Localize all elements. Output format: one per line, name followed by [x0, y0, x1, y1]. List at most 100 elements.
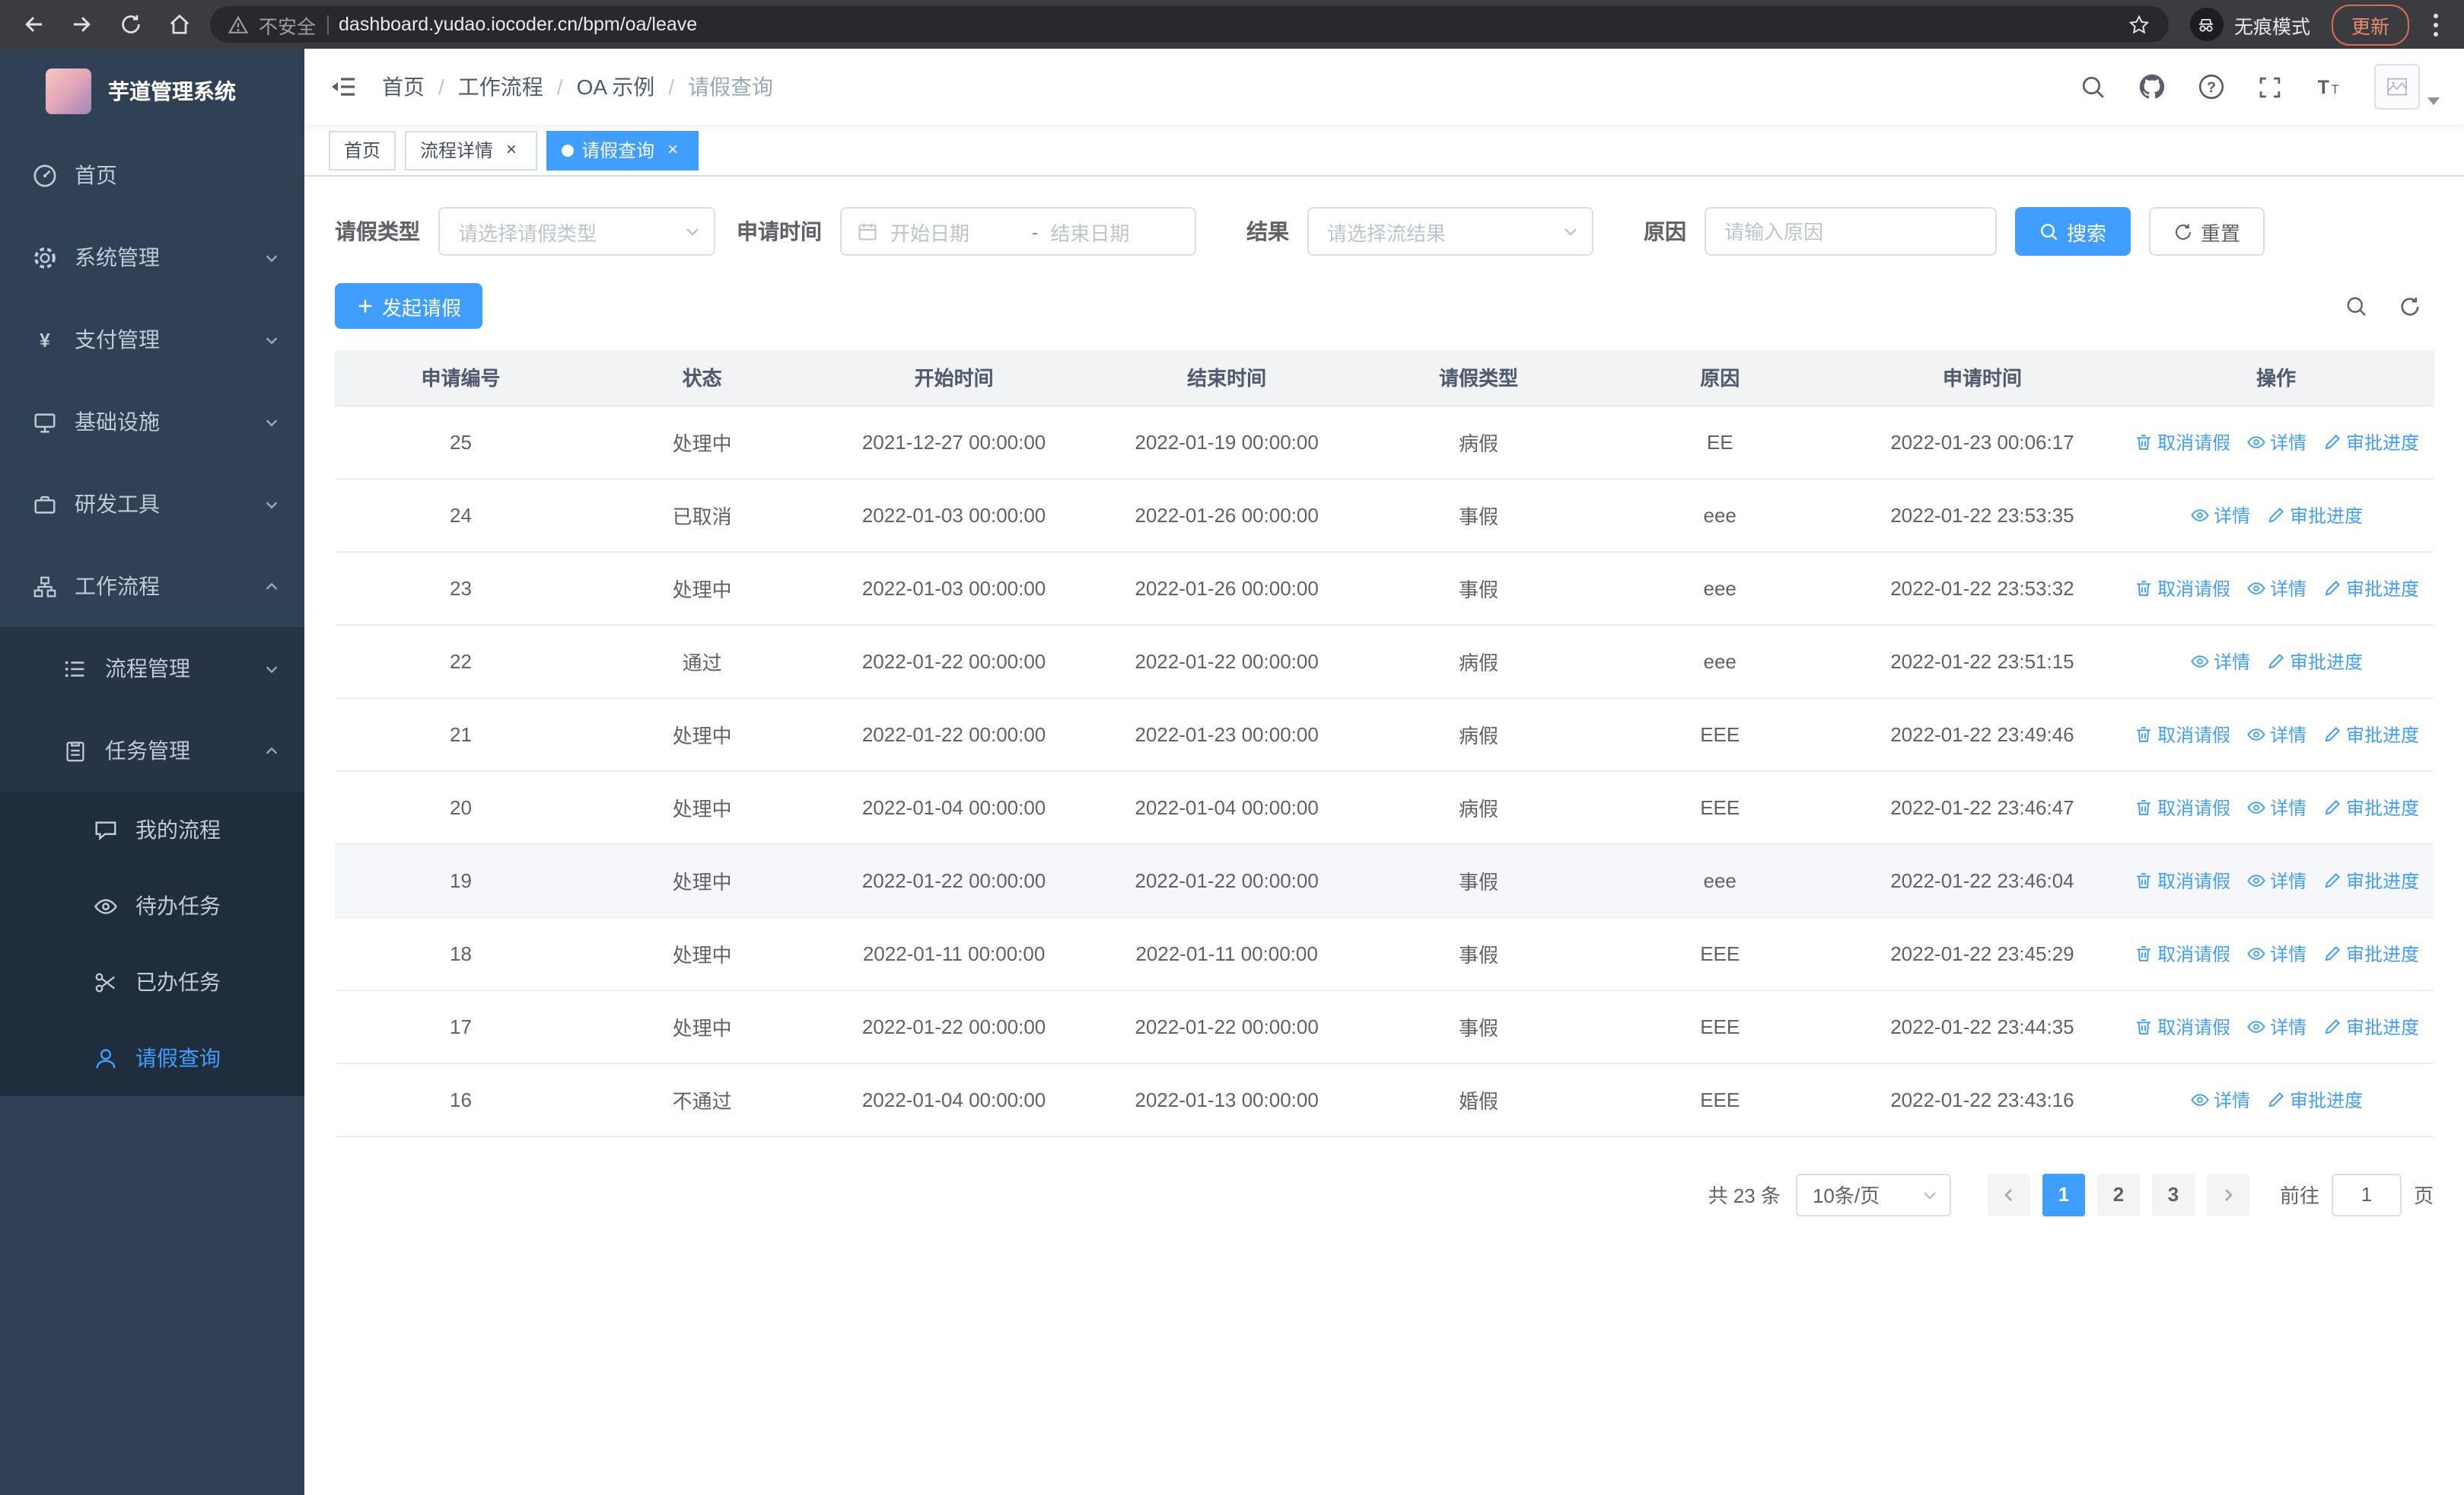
cancel-leave-link[interactable]: 取消请假: [2133, 575, 2230, 601]
page-button-3[interactable]: 3: [2151, 1173, 2195, 1216]
next-page-button[interactable]: [2206, 1173, 2249, 1216]
breadcrumb-item[interactable]: 首页: [382, 72, 425, 102]
tab-process-detail[interactable]: 流程详情 ×: [405, 130, 538, 170]
fullscreen-icon[interactable]: [2257, 74, 2283, 100]
browser-update-button[interactable]: 更新: [2331, 4, 2409, 45]
leave-type-select[interactable]: 请选择请假类型: [438, 207, 715, 256]
detail-link[interactable]: 详情: [2246, 721, 2306, 747]
detail-link[interactable]: 详情: [2246, 867, 2306, 893]
cell-start: 2022-01-04 00:00:00: [817, 770, 1090, 844]
sidebar-item-payment[interactable]: ¥ 支付管理: [0, 298, 304, 381]
goto-page-input[interactable]: [2331, 1173, 2402, 1216]
page-button-1[interactable]: 1: [2042, 1173, 2085, 1216]
sidebar-item-infrastructure[interactable]: 基础设施: [0, 381, 304, 463]
security-label[interactable]: 不安全: [259, 10, 316, 39]
sidebar-item-task-management[interactable]: 任务管理: [0, 709, 304, 792]
address-bar[interactable]: 不安全 dashboard.yudao.iocoder.cn/bpm/oa/le…: [210, 6, 2169, 43]
detail-link[interactable]: 详情: [2246, 794, 2306, 820]
sidebar-item-system[interactable]: 系统管理: [0, 216, 304, 298]
sidebar-item-label: 请假查询: [135, 1046, 221, 1070]
breadcrumb-item[interactable]: OA 示例: [577, 72, 655, 102]
cell-reason: EEE: [1593, 697, 1846, 771]
filter-form: 请假类型 请选择请假类型 申请时间 开始日期 - 结束日期 结果 请选择流结果 …: [335, 207, 2434, 256]
sidebar-item-todo-tasks[interactable]: 待办任务: [0, 868, 304, 944]
tab-home[interactable]: 首页: [329, 130, 396, 170]
table-row: 23 处理中 2022-01-03 00:00:00 2022-01-26 00:00…: [335, 551, 2434, 625]
browser-back-icon[interactable]: [15, 6, 52, 43]
font-size-icon[interactable]: TT: [2315, 73, 2342, 100]
approval-progress-link[interactable]: 审批进度: [2322, 429, 2419, 454]
trash-icon: [2136, 726, 2150, 741]
reason-input[interactable]: [1705, 207, 1997, 256]
detail-link[interactable]: 详情: [2189, 1086, 2250, 1112]
cell-type: 婚假: [1363, 1063, 1594, 1136]
refresh-table-icon[interactable]: [2399, 295, 2421, 317]
date-range-picker[interactable]: 开始日期 - 结束日期: [840, 207, 1196, 256]
breadcrumb-item[interactable]: 工作流程: [458, 72, 543, 102]
approval-progress-link[interactable]: 审批进度: [2322, 867, 2419, 893]
search-icon: [2041, 223, 2058, 240]
refresh-icon: [2176, 223, 2192, 239]
approval-progress-link[interactable]: 审批进度: [2322, 1013, 2419, 1039]
detail-link[interactable]: 详情: [2246, 1013, 2306, 1039]
eye-icon: [2246, 435, 2265, 448]
cell-start: 2022-01-22 00:00:00: [817, 697, 1090, 771]
edit-pen-icon: [2324, 580, 2340, 595]
detail-link[interactable]: 详情: [2246, 940, 2306, 966]
sidebar-item-my-processes[interactable]: 我的流程: [0, 792, 304, 868]
browser-home-icon[interactable]: [161, 6, 198, 43]
detail-link[interactable]: 详情: [2246, 575, 2306, 601]
cell-end: 2022-01-22 00:00:00: [1090, 990, 1364, 1063]
cancel-leave-link[interactable]: 取消请假: [2133, 429, 2230, 454]
sidebar-toggle-icon[interactable]: [329, 72, 359, 102]
cancel-leave-link[interactable]: 取消请假: [2133, 940, 2230, 966]
cancel-leave-link[interactable]: 取消请假: [2133, 1013, 2230, 1039]
sidebar-item-done-tasks[interactable]: 已办任务: [0, 944, 304, 1020]
bookmark-star-icon[interactable]: [2128, 13, 2150, 36]
approval-progress-link[interactable]: 审批进度: [2265, 648, 2363, 674]
approval-progress-link[interactable]: 审批进度: [2265, 1086, 2363, 1112]
approval-progress-link[interactable]: 审批进度: [2265, 502, 2363, 528]
logo-image: [46, 69, 91, 114]
close-icon[interactable]: ×: [501, 139, 522, 161]
approval-progress-link[interactable]: 审批进度: [2322, 721, 2419, 747]
approval-progress-link[interactable]: 审批进度: [2322, 794, 2419, 820]
approval-progress-link[interactable]: 审批进度: [2322, 940, 2419, 966]
cell-end: 2022-01-23 00:00:00: [1090, 697, 1364, 771]
search-button[interactable]: 搜索: [2015, 207, 2131, 256]
page-size-select[interactable]: 10条/页: [1795, 1173, 1951, 1216]
close-icon[interactable]: ×: [662, 139, 683, 161]
incognito-label: 无痕模式: [2233, 16, 2310, 37]
sidebar-item-leave-query[interactable]: 请假查询: [0, 1020, 304, 1096]
sidebar-item-process-management[interactable]: 流程管理: [0, 627, 304, 709]
toggle-search-icon[interactable]: [2345, 295, 2368, 317]
page-button-2[interactable]: 2: [2096, 1173, 2140, 1216]
detail-link[interactable]: 详情: [2189, 648, 2250, 674]
cancel-leave-link[interactable]: 取消请假: [2133, 867, 2230, 893]
detail-link[interactable]: 详情: [2246, 429, 2306, 454]
github-icon[interactable]: [2138, 73, 2166, 100]
create-leave-button[interactable]: 发起请假: [335, 283, 483, 329]
result-select[interactable]: 请选择流结果: [1307, 207, 1593, 256]
sidebar-item-home[interactable]: 首页: [0, 134, 304, 216]
help-icon[interactable]: ?: [2198, 73, 2225, 100]
browser-forward-icon[interactable]: [64, 6, 100, 43]
cell-status: 处理中: [586, 697, 818, 771]
user-avatar[interactable]: [2374, 64, 2440, 110]
browser-menu-icon[interactable]: [2421, 13, 2449, 36]
cancel-leave-link[interactable]: 取消请假: [2133, 794, 2230, 820]
prev-page-button[interactable]: [1987, 1173, 2030, 1216]
header-search-icon[interactable]: [2080, 74, 2106, 100]
sidebar-item-devtools[interactable]: 研发工具: [0, 463, 304, 545]
browser-reload-icon[interactable]: [113, 6, 149, 43]
app-logo[interactable]: 芋道管理系统: [0, 49, 304, 134]
detail-link[interactable]: 详情: [2189, 502, 2250, 528]
approval-progress-link[interactable]: 审批进度: [2322, 575, 2419, 601]
tab-leave-query[interactable]: 请假查询 ×: [546, 130, 699, 170]
cancel-leave-link[interactable]: 取消请假: [2133, 721, 2230, 747]
sidebar-item-workflow[interactable]: 工作流程: [0, 545, 304, 627]
reset-button[interactable]: 重置: [2149, 207, 2265, 256]
url-text[interactable]: dashboard.yudao.iocoder.cn/bpm/oa/leave: [339, 14, 697, 35]
trash-icon: [2136, 580, 2150, 595]
eye-icon: [2246, 801, 2265, 813]
